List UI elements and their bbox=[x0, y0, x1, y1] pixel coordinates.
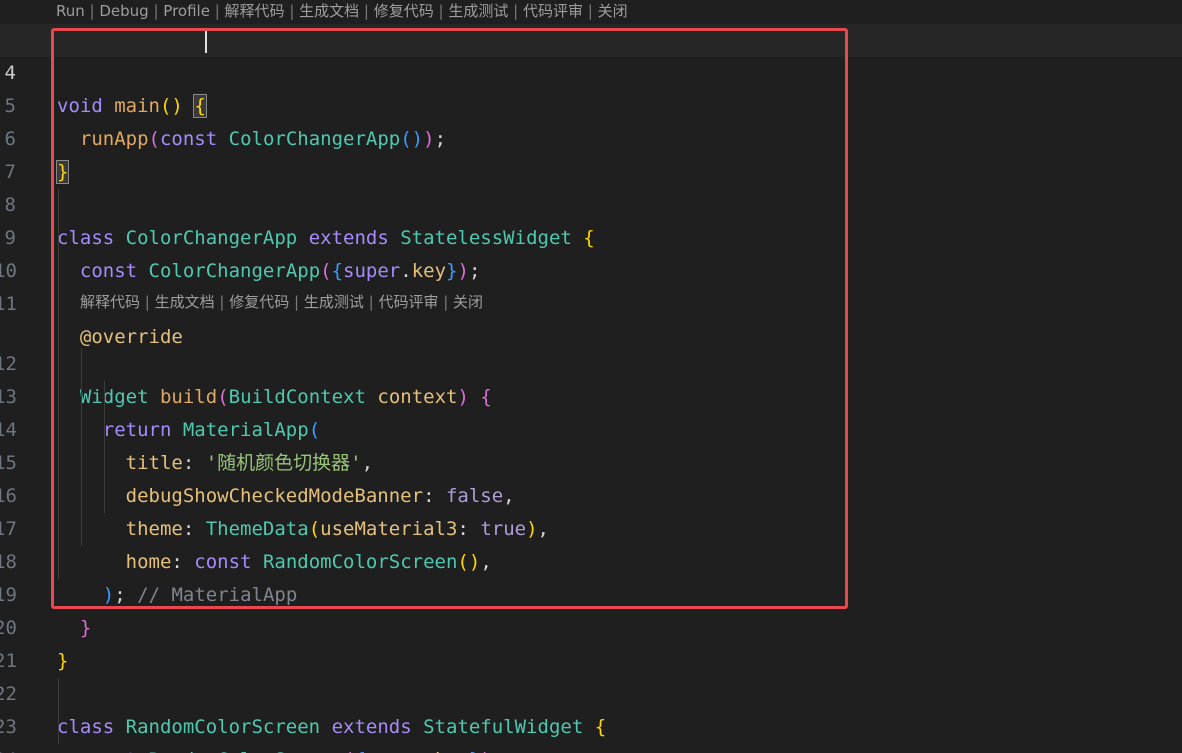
codelens-top-item-7[interactable]: 代码评审 bbox=[523, 2, 583, 20]
code-line-6[interactable]: 6 } bbox=[0, 90, 1182, 184]
codelens-build: 解释代码 | 生成文档 | 修复代码 | 生成测试 | 代码评审 | 关闭 bbox=[80, 291, 483, 313]
code-line-4[interactable]: 4 void main() { bbox=[0, 24, 1182, 118]
code-line-10[interactable]: 10 bbox=[0, 222, 1182, 282]
code-line-22[interactable]: 22 class RandomColorScreen extends State… bbox=[0, 645, 1182, 738]
code-line-9[interactable]: 9 const ColorChangerApp({super.key}); bbox=[0, 189, 1182, 282]
codelens-top-item-1[interactable]: Debug bbox=[99, 2, 148, 20]
codelens-separator: | bbox=[359, 2, 374, 20]
code-line-11[interactable]: 11 @override bbox=[0, 255, 1182, 348]
codelens-separator: | bbox=[284, 2, 300, 20]
codelens-separator: | bbox=[363, 293, 379, 311]
codelens-separator: | bbox=[582, 2, 598, 20]
codelens-separator: | bbox=[438, 293, 454, 311]
code-line-19[interactable]: 19 } bbox=[0, 546, 1182, 639]
code-line-13[interactable]: 13 return MaterialApp( bbox=[0, 348, 1182, 441]
text-cursor bbox=[205, 31, 207, 53]
code-line-24[interactable]: 24 bbox=[0, 711, 1182, 753]
line-number: 24 bbox=[0, 744, 17, 753]
code-line-17[interactable]: 17 home: const RandomColorScreen(), bbox=[0, 480, 1182, 573]
codelens-top-item-2[interactable]: Profile bbox=[163, 2, 210, 20]
code-line-20[interactable]: 20 } bbox=[0, 579, 1182, 672]
indent-guide bbox=[58, 678, 59, 744]
codelens-build-item-3[interactable]: 生成测试 bbox=[304, 293, 364, 311]
code-line-14[interactable]: 14 title: '随机颜色切换器', bbox=[0, 381, 1182, 474]
codelens-build-item-1[interactable]: 生成文档 bbox=[155, 293, 215, 311]
code-line-7[interactable]: 7 bbox=[0, 123, 1182, 183]
codelens-build-item-2[interactable]: 修复代码 bbox=[229, 293, 289, 311]
property-key: key bbox=[435, 749, 469, 753]
code-line-18[interactable]: 18 ); // MaterialApp bbox=[0, 513, 1182, 606]
codelens-top-item-3[interactable]: 解释代码 bbox=[225, 2, 285, 20]
codelens-top-item-4[interactable]: 生成文档 bbox=[299, 2, 359, 20]
codelens-build-item-5[interactable]: 关闭 bbox=[453, 293, 483, 311]
code-line-15[interactable]: 15 debugShowCheckedModeBanner: false, bbox=[0, 414, 1182, 507]
codelens-separator: | bbox=[508, 2, 523, 20]
code-line-8[interactable]: 8 class ColorChangerApp extends Stateles… bbox=[0, 156, 1182, 249]
indent-guide bbox=[81, 348, 82, 546]
codelens-main: Run | Debug | Profile | 解释代码 | 生成文档 | 修复… bbox=[56, 0, 628, 22]
codelens-separator: | bbox=[140, 293, 155, 311]
codelens-separator: | bbox=[433, 2, 449, 20]
codelens-separator: | bbox=[214, 293, 230, 311]
indent-guide bbox=[58, 189, 59, 579]
codelens-top-item-8[interactable]: 关闭 bbox=[598, 2, 628, 20]
codelens-top-item-5[interactable]: 修复代码 bbox=[374, 2, 434, 20]
codelens-separator: | bbox=[209, 2, 225, 20]
codelens-build-item-4[interactable]: 代码评审 bbox=[378, 293, 438, 311]
indent-guide bbox=[104, 381, 105, 513]
code-line-5[interactable]: 5 runApp(const ColorChangerApp()); bbox=[0, 57, 1182, 150]
code-line-12[interactable]: 12 Widget build(BuildContext context) { bbox=[0, 315, 1182, 408]
codelens-build-item-0[interactable]: 解释代码 bbox=[80, 293, 140, 311]
code-line-23[interactable]: 23 const RandomColorScreen({super.key}); bbox=[0, 678, 1182, 753]
codelens-top-item-0[interactable]: Run bbox=[56, 2, 85, 20]
codelens-top-item-6[interactable]: 生成测试 bbox=[448, 2, 508, 20]
code-editor[interactable]: Run | Debug | Profile | 解释代码 | 生成文档 | 修复… bbox=[0, 0, 1182, 753]
keyword-const: const bbox=[80, 749, 137, 753]
codelens-separator: | bbox=[148, 2, 164, 20]
codelens-separator: | bbox=[289, 293, 304, 311]
code-line-16[interactable]: 16 theme: ThemeData(useMaterial3: true), bbox=[0, 447, 1182, 540]
class-randomcolorscreen: RandomColorScreen bbox=[149, 749, 343, 753]
keyword-super: super bbox=[366, 749, 423, 753]
codelens-separator: | bbox=[84, 2, 100, 20]
code-line-21[interactable]: 21 bbox=[0, 612, 1182, 672]
